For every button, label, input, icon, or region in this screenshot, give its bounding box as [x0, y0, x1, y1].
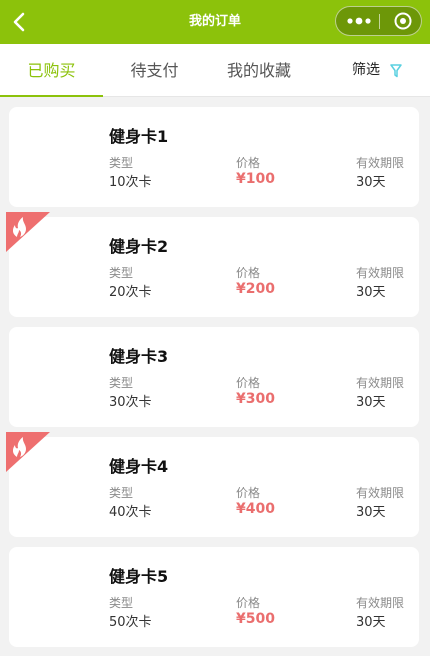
card-item[interactable]: 健身卡4 类型 40次卡 价格 ¥400 有效期限 30天 — [9, 437, 419, 537]
card-item[interactable]: 健身卡2 类型 20次卡 价格 ¥200 有效期限 30天 — [9, 217, 419, 317]
price-label: 价格 — [236, 156, 261, 170]
type-value: 30次卡 — [109, 395, 152, 410]
hot-badge — [4, 432, 50, 472]
card-item[interactable]: 健身卡3 类型 30次卡 价格 ¥300 有效期限 30天 — [9, 327, 419, 427]
validity-label: 有效期限 — [356, 486, 405, 500]
type-label: 类型 — [109, 376, 134, 390]
type-value: 40次卡 — [109, 505, 152, 520]
type-value: 10次卡 — [109, 175, 152, 190]
type-label: 类型 — [109, 156, 134, 170]
validity-value: 30天 — [356, 175, 386, 190]
price-value: ¥500 — [236, 611, 275, 627]
price-value: ¥100 — [236, 171, 275, 187]
type-value: 20次卡 — [109, 285, 152, 300]
validity-label: 有效期限 — [356, 376, 405, 390]
more-dots-icon — [347, 17, 371, 25]
card-title: 健身卡3 — [109, 347, 169, 366]
price-label: 价格 — [236, 266, 261, 280]
validity-value: 30天 — [356, 505, 386, 520]
close-button[interactable] — [388, 7, 418, 35]
price-value: ¥400 — [236, 501, 275, 517]
card-title: 健身卡2 — [109, 237, 169, 256]
tab-purchased[interactable]: 已购买 — [0, 44, 103, 97]
validity-value: 30天 — [356, 395, 386, 410]
price-value: ¥300 — [236, 391, 275, 407]
tab-my-favorites[interactable]: 我的收藏 — [206, 44, 312, 97]
card-title: 健身卡5 — [109, 567, 169, 586]
price-label: 价格 — [236, 486, 261, 500]
price-value: ¥200 — [236, 281, 275, 297]
target-circle-icon — [394, 12, 412, 30]
card-item[interactable]: 健身卡5 类型 50次卡 价格 ¥500 有效期限 30天 — [9, 547, 419, 647]
price-label: 价格 — [236, 376, 261, 390]
card-title: 健身卡1 — [109, 127, 169, 146]
mini-program-capsule — [335, 6, 422, 36]
capsule-divider — [379, 14, 380, 29]
validity-value: 30天 — [356, 615, 386, 630]
price-label: 价格 — [236, 596, 261, 610]
filter-button[interactable]: 筛选 — [352, 44, 380, 97]
active-tab-indicator — [0, 95, 103, 97]
type-label: 类型 — [109, 486, 134, 500]
funnel-icon[interactable] — [390, 64, 402, 78]
type-value: 50次卡 — [109, 615, 152, 630]
card-title: 健身卡4 — [109, 457, 169, 476]
validity-value: 30天 — [356, 285, 386, 300]
flame-icon — [6, 432, 50, 472]
validity-label: 有效期限 — [356, 266, 405, 280]
validity-label: 有效期限 — [356, 156, 405, 170]
hot-badge — [4, 212, 50, 252]
validity-label: 有效期限 — [356, 596, 405, 610]
navigation-bar: 我的订单 — [0, 0, 430, 44]
tab-bar: 已购买 待支付 我的收藏 筛选 — [0, 44, 430, 97]
card-item[interactable]: 健身卡1 类型 10次卡 价格 ¥100 有效期限 30天 — [9, 107, 419, 207]
type-label: 类型 — [109, 266, 134, 280]
more-button[interactable] — [342, 7, 378, 35]
tab-pending-payment[interactable]: 待支付 — [103, 44, 206, 97]
type-label: 类型 — [109, 596, 134, 610]
flame-icon — [6, 212, 50, 252]
